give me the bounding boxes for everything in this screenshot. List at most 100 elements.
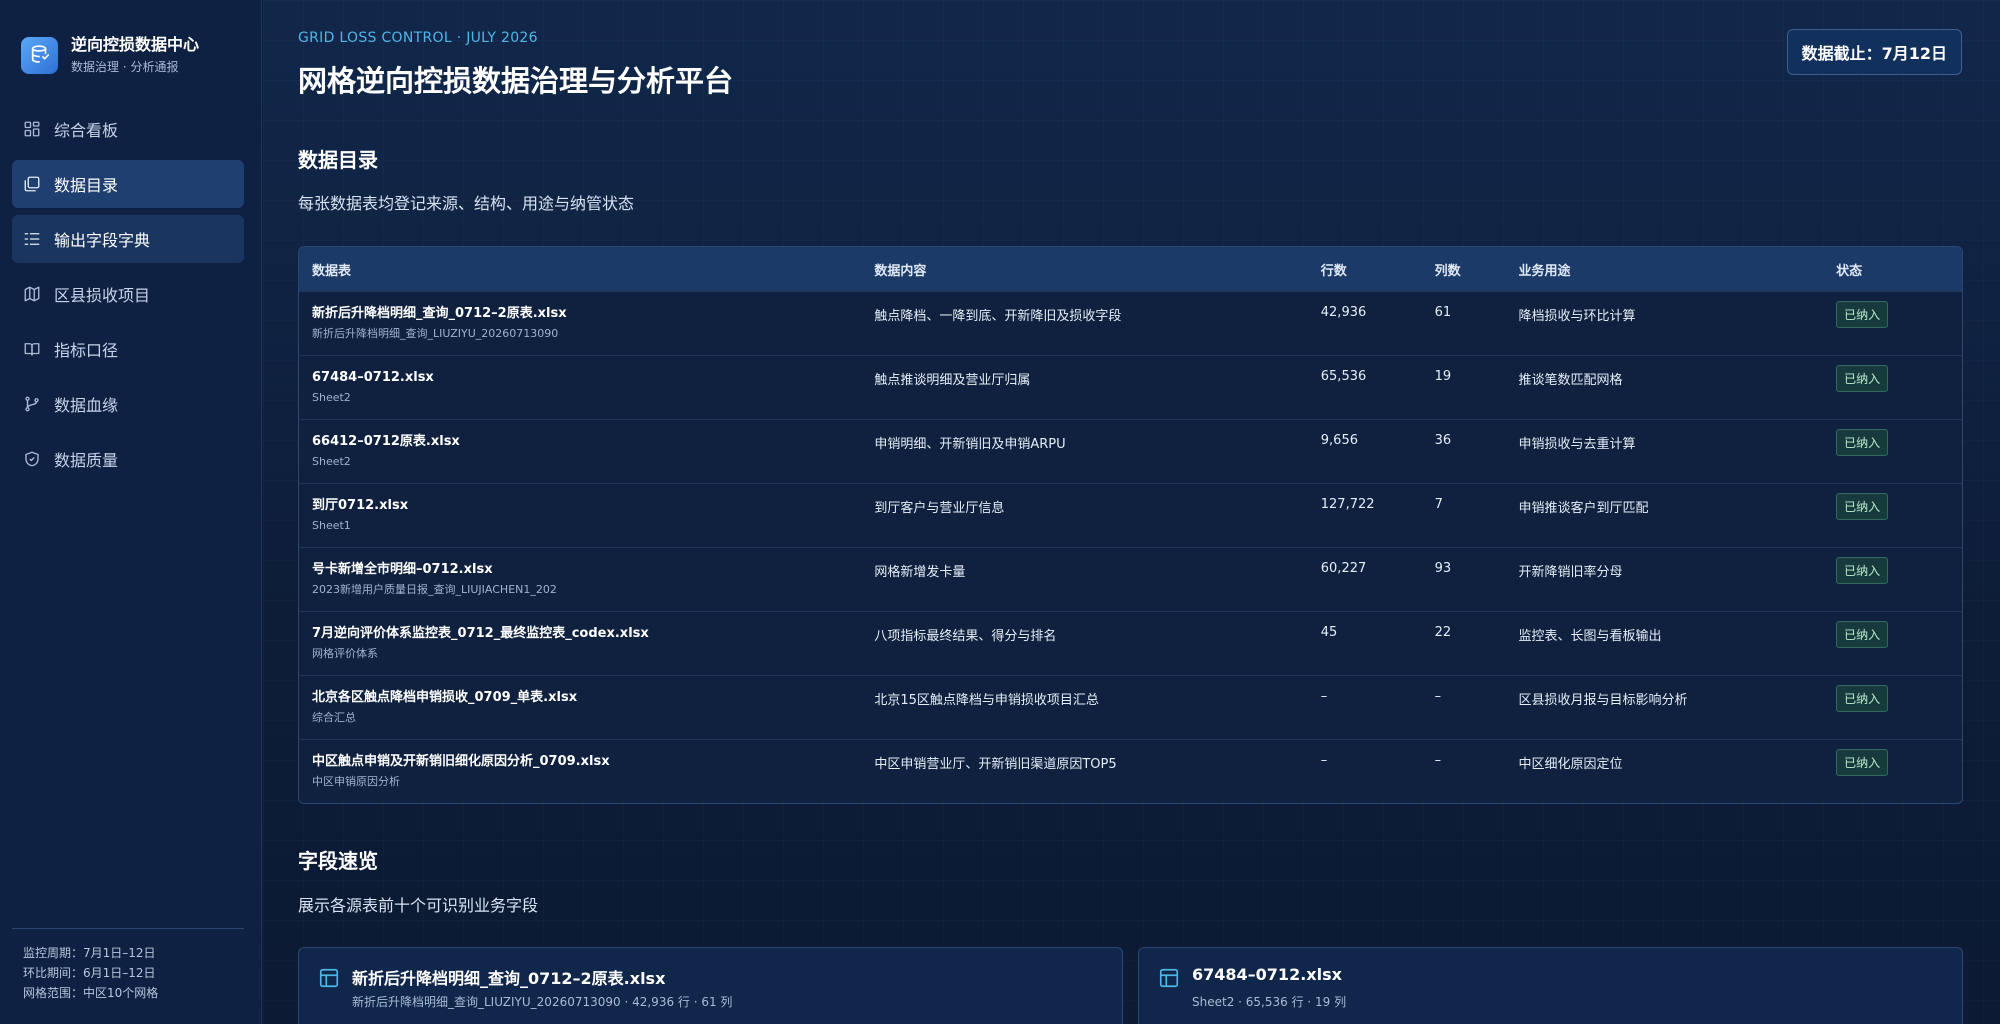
table-cell-status: 已纳入: [1836, 292, 1962, 355]
field-card[interactable]: 67484–0712.xlsx Sheet2 · 65,536 行 · 19 列: [1138, 947, 1963, 1024]
sidebar-item-data-lineage[interactable]: 数据血缘: [12, 380, 244, 428]
table-cell-cols: 93: [1434, 561, 1452, 576]
brand-subtitle: 数据治理 · 分析通报: [71, 60, 179, 74]
table-cell-usage: 申销损收与去重计算: [1518, 437, 1636, 452]
sidebar-item-catalog[interactable]: 数据目录: [12, 160, 244, 208]
table-cell-cols: 61: [1434, 305, 1452, 320]
table-cell-status: 已纳入: [1836, 740, 1962, 803]
data-date-badge: 数据截止：7月12日: [1786, 29, 1962, 75]
table-cell-content: 到厅客户与营业厅信息: [874, 501, 1005, 516]
table-row[interactable]: 北京各区触点降档申销损收_0709_单表.xlsx 综合汇总 北京15区触点降档与申…: [299, 675, 1962, 739]
table-cell-usage: 申销推谈客户到厅匹配: [1518, 501, 1649, 516]
table-cell-file: 7月逆向评价体系监控表_0712_最终监控表_codex.xlsx 网格评价体系: [299, 612, 874, 675]
table-cell-content: 触点降档、一降到底、开新降旧及损收字段: [874, 309, 1122, 324]
table-row[interactable]: 67484–0712.xlsx Sheet2 触点推谈明细及营业厅归属 65,536 1…: [299, 355, 1962, 419]
table-cell-content: 申销明细、开新销旧及申销ARPU: [874, 437, 1066, 452]
field-card-subtitle: 新折后升降档明细_查询_LIUZIYU_20260713090 · 42,936…: [352, 995, 733, 1009]
file-name: 到厅0712.xlsx: [312, 498, 409, 513]
sidebar: 逆向控损数据中心 数据治理 · 分析通报 综合看板 数据目录 输出字段字典 区县…: [0, 0, 262, 1024]
table-cell-file: 号卡新增全市明细–0712.xlsx 2023新增用户质量日报_查询_LIUJIA…: [299, 548, 874, 611]
field-card-title: 67484–0712.xlsx: [1192, 965, 1342, 984]
table-cell-file: 67484–0712.xlsx Sheet2: [299, 356, 874, 419]
sheet-name: 中区申销原因分析: [312, 775, 400, 788]
sidebar-item-label: 指标口径: [54, 341, 119, 360]
table-row[interactable]: 号卡新增全市明细–0712.xlsx 2023新增用户质量日报_查询_LIUJIA…: [299, 547, 1962, 611]
sidebar-nav: 综合看板 数据目录 输出字段字典 区县损收项目 指标口径 数据血缘 数据质量: [12, 105, 244, 490]
database-icon: [21, 36, 58, 74]
table-cell-usage: 中区细化原因定位: [1518, 757, 1623, 772]
sidebar-item-district-projects[interactable]: 区县损收项目: [12, 270, 244, 318]
table-cell-cols: 22: [1434, 625, 1452, 640]
table-cell-rows: 65,536: [1320, 369, 1367, 384]
table-row[interactable]: 66412–0712原表.xlsx Sheet2 申销明细、开新销旧及申销ARPU 9…: [299, 419, 1962, 483]
table-cell-rows: 127,722: [1320, 497, 1375, 512]
table-cell-content: 北京15区触点降档与申销损收项目汇总: [874, 693, 1099, 708]
table-cell-content: 触点推谈明细及营业厅归属: [874, 373, 1031, 388]
catalog-icon: [23, 175, 41, 193]
sidebar-item-data-quality[interactable]: 数据质量: [12, 435, 244, 483]
page-title: 网格逆向控损数据治理与分析平台: [298, 64, 734, 98]
compare-period: 环比期间：6月1日–12日: [23, 966, 156, 980]
table-cell-status: 已纳入: [1836, 548, 1962, 611]
field-card-subtitle: Sheet2 · 65,536 行 · 19 列: [1192, 995, 1347, 1009]
table-cell-file: 到厅0712.xlsx Sheet1: [299, 484, 874, 547]
table-icon: [1158, 967, 1180, 989]
table-cell-cols: –: [1434, 689, 1442, 704]
table-cell-rows: –: [1320, 753, 1328, 768]
eyebrow: GRID LOSS CONTROL · JULY 2026: [298, 30, 538, 46]
grid-scope: 网格范围：中区10个网格: [23, 986, 159, 1000]
sidebar-item-metric-definitions[interactable]: 指标口径: [12, 325, 244, 373]
file-name: 号卡新增全市明细–0712.xlsx: [312, 562, 493, 577]
table-row[interactable]: 7月逆向评价体系监控表_0712_最终监控表_codex.xlsx 网格评价体系 八…: [299, 611, 1962, 675]
table-cell-cols: 7: [1434, 497, 1443, 512]
table-cell-content: 八项指标最终结果、得分与排名: [874, 629, 1057, 644]
table-row[interactable]: 到厅0712.xlsx Sheet1 到厅客户与营业厅信息 127,722 7 申销推谈客…: [299, 483, 1962, 547]
table-cell-rows: 45: [1320, 625, 1338, 640]
catalog-table: 数据表 数据内容 行数 列数 业务用途 状态 新折后升降档明细_查询_0712–…: [298, 246, 1963, 804]
sheet-name: Sheet2: [312, 391, 351, 404]
table-cell-status: 已纳入: [1836, 484, 1962, 547]
sidebar-item-field-dictionary[interactable]: 输出字段字典: [12, 215, 244, 263]
status-badge: 已纳入: [1836, 749, 1889, 776]
table-cell-file: 新折后升降档明细_查询_0712–2原表.xlsx 新折后升降档明细_查询_LIU…: [299, 292, 874, 355]
file-name: 67484–0712.xlsx: [312, 370, 434, 385]
column-header-usage[interactable]: 业务用途: [1519, 260, 1837, 279]
column-header-content[interactable]: 数据内容: [874, 260, 1320, 279]
sheet-name: 综合汇总: [312, 711, 356, 724]
table-cell-content: 中区申销营业厅、开新销旧渠道原因TOP5: [874, 757, 1117, 772]
table-row[interactable]: 新折后升降档明细_查询_0712–2原表.xlsx 新折后升降档明细_查询_LIU…: [299, 291, 1962, 355]
file-name: 66412–0712原表.xlsx: [312, 434, 460, 449]
table-cell-usage: 开新降销旧率分母: [1518, 565, 1623, 580]
status-badge: 已纳入: [1836, 493, 1889, 520]
table-cell-status: 已纳入: [1836, 676, 1962, 739]
column-header-status[interactable]: 状态: [1836, 260, 1962, 279]
sidebar-item-label: 数据质量: [54, 451, 119, 470]
brand-title: 逆向控损数据中心: [71, 35, 200, 54]
table-cell-usage: 区县损收月报与目标影响分析: [1518, 693, 1688, 708]
sheet-name: 2023新增用户质量日报_查询_LIUJIACHEN1_202: [312, 583, 557, 596]
table-cell-cols: 19: [1434, 369, 1452, 384]
file-name: 7月逆向评价体系监控表_0712_最终监控表_codex.xlsx: [312, 626, 649, 641]
status-badge: 已纳入: [1836, 429, 1889, 456]
sidebar-item-label: 输出字段字典: [54, 231, 151, 250]
table-header: 数据表 数据内容 行数 列数 业务用途 状态: [299, 247, 1962, 291]
table-row[interactable]: 中区触点申销及开新销旧细化原因分析_0709.xlsx 中区申销原因分析 中区申销营…: [299, 739, 1962, 803]
field-card-title: 新折后升降档明细_查询_0712–2原表.xlsx: [352, 969, 666, 988]
sheet-name: 新折后升降档明细_查询_LIUZIYU_20260713090: [312, 327, 559, 340]
status-badge: 已纳入: [1836, 621, 1889, 648]
sidebar-item-label: 综合看板: [54, 121, 119, 140]
column-header-table[interactable]: 数据表: [299, 260, 874, 279]
sheet-name: Sheet2: [312, 455, 351, 468]
file-name: 北京各区触点降档申销损收_0709_单表.xlsx: [312, 690, 578, 705]
book-icon: [23, 340, 41, 358]
table-cell-cols: 36: [1434, 433, 1452, 448]
field-card[interactable]: 新折后升降档明细_查询_0712–2原表.xlsx 新折后升降档明细_查询_LI…: [298, 947, 1123, 1024]
column-header-rows[interactable]: 行数: [1321, 260, 1435, 279]
table-cell-usage: 降档损收与环比计算: [1518, 309, 1636, 324]
column-header-cols[interactable]: 列数: [1435, 260, 1519, 279]
sidebar-item-dashboard[interactable]: 综合看板: [12, 105, 244, 153]
lineage-icon: [23, 395, 41, 413]
table-cell-status: 已纳入: [1836, 356, 1962, 419]
status-badge: 已纳入: [1836, 365, 1889, 392]
brand: 逆向控损数据中心 数据治理 · 分析通报: [21, 34, 199, 76]
